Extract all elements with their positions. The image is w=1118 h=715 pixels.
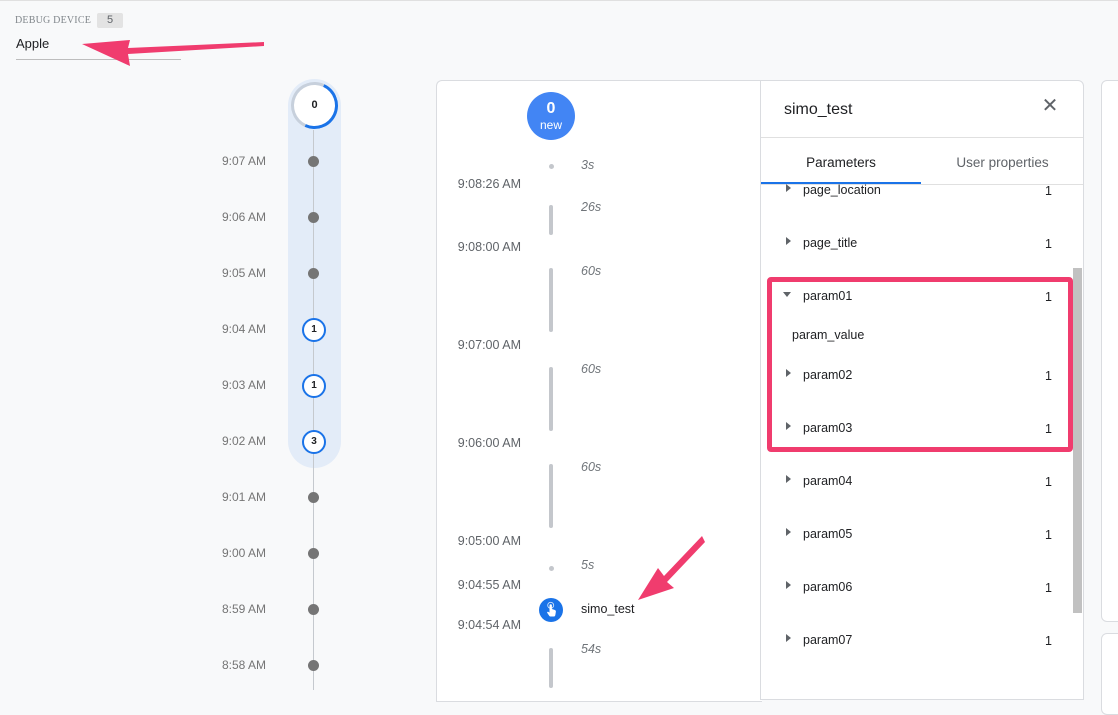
minute-time-label: 9:02 AM [221, 434, 266, 448]
right-side-panel [1101, 80, 1118, 622]
param-row-name[interactable]: param05 [803, 527, 852, 541]
event-timestamp: 9:04:54 AM [457, 618, 521, 632]
annotation-arrow-event [638, 536, 705, 600]
param-row-count: 1 [1045, 581, 1052, 595]
minute-time-label: 9:00 AM [221, 546, 266, 560]
current-minute-count[interactable]: 0 [291, 82, 338, 129]
event-duration: 60s [581, 460, 602, 474]
param-row-name[interactable]: page_location [803, 183, 881, 197]
minute-dot[interactable] [308, 604, 319, 615]
event-duration: 26s [581, 200, 602, 214]
event-name-link[interactable]: simo_test [581, 602, 635, 616]
debug-device-select[interactable]: Apple [16, 36, 49, 51]
minute-event-count-badge[interactable]: 3 [302, 430, 326, 454]
minute-event-count-badge[interactable]: 1 [302, 374, 326, 398]
event-duration: 3s [581, 158, 595, 172]
params-scrollbar[interactable] [1073, 268, 1082, 613]
event-timestamp: 9:06:00 AM [457, 436, 521, 450]
minute-dot[interactable] [308, 156, 319, 167]
event-timestamp: 9:07:00 AM [457, 338, 521, 352]
tab-user-properties[interactable]: User properties [922, 155, 1083, 170]
minute-dot[interactable] [308, 492, 319, 503]
expand-arrow-icon[interactable] [786, 634, 791, 642]
touch-icon[interactable] [539, 598, 563, 622]
event-stream-segment [549, 268, 553, 332]
minute-dot[interactable] [308, 268, 319, 279]
param-row-name[interactable]: param06 [803, 580, 852, 594]
minute-time-label: 9:05 AM [221, 266, 266, 280]
param-row-count: 1 [1045, 634, 1052, 648]
new-events-label: new [539, 118, 562, 132]
expand-arrow-icon[interactable] [786, 184, 791, 192]
minute-dot[interactable] [308, 548, 319, 559]
event-timestamp: 9:04:55 AM [457, 578, 521, 592]
minute-dot[interactable] [308, 660, 319, 671]
minute-time-label: 9:06 AM [221, 210, 266, 224]
minute-time-label: 9:07 AM [221, 154, 266, 168]
param-row-count: 1 [1045, 184, 1052, 198]
new-events-badge[interactable]: 0 new [527, 92, 575, 140]
tab-parameters[interactable]: Parameters [761, 155, 921, 170]
event-stream-segment [549, 648, 553, 688]
event-timestamp: 9:08:26 AM [457, 177, 521, 191]
annotation-highlight-box [767, 277, 1073, 452]
detail-title: simo_test [784, 101, 853, 118]
param-row-count: 1 [1045, 237, 1052, 251]
event-stream-segment [549, 205, 553, 235]
annotation-arrow-device [82, 40, 264, 66]
expand-arrow-icon[interactable] [786, 475, 791, 483]
right-side-panel [1101, 633, 1118, 715]
event-timestamp: 9:08:00 AM [457, 240, 521, 254]
expand-arrow-icon[interactable] [786, 237, 791, 245]
event-stream-segment [549, 464, 553, 528]
minute-time-label: 8:58 AM [221, 658, 266, 672]
new-events-count: 0 [546, 100, 556, 117]
event-duration: 60s [581, 362, 602, 376]
minute-time-label: 9:04 AM [221, 322, 266, 336]
event-stream-dot [549, 164, 554, 169]
close-icon[interactable]: ✕ [1040, 96, 1060, 116]
param-row-name[interactable]: param04 [803, 474, 852, 488]
minute-time-label: 9:01 AM [221, 490, 266, 504]
event-stream-segment [549, 367, 553, 431]
expand-arrow-icon[interactable] [786, 528, 791, 536]
param-row-name[interactable]: page_title [803, 236, 857, 250]
expand-arrow-icon[interactable] [786, 581, 791, 589]
event-duration: 54s [581, 642, 602, 656]
param-row-count: 1 [1045, 475, 1052, 489]
event-duration: 60s [581, 264, 602, 278]
minute-time-label: 9:03 AM [221, 378, 266, 392]
minute-dot[interactable] [308, 212, 319, 223]
minute-time-label: 8:59 AM [221, 602, 266, 616]
param-row-count: 1 [1045, 528, 1052, 542]
top-border [0, 0, 1118, 1]
event-duration: 5s [581, 558, 595, 572]
minute-event-count-badge[interactable]: 1 [302, 318, 326, 342]
detail-divider [761, 137, 1083, 138]
param-row-name[interactable]: param07 [803, 633, 852, 647]
event-stream-dot [549, 566, 554, 571]
event-timestamp: 9:05:00 AM [457, 534, 521, 548]
